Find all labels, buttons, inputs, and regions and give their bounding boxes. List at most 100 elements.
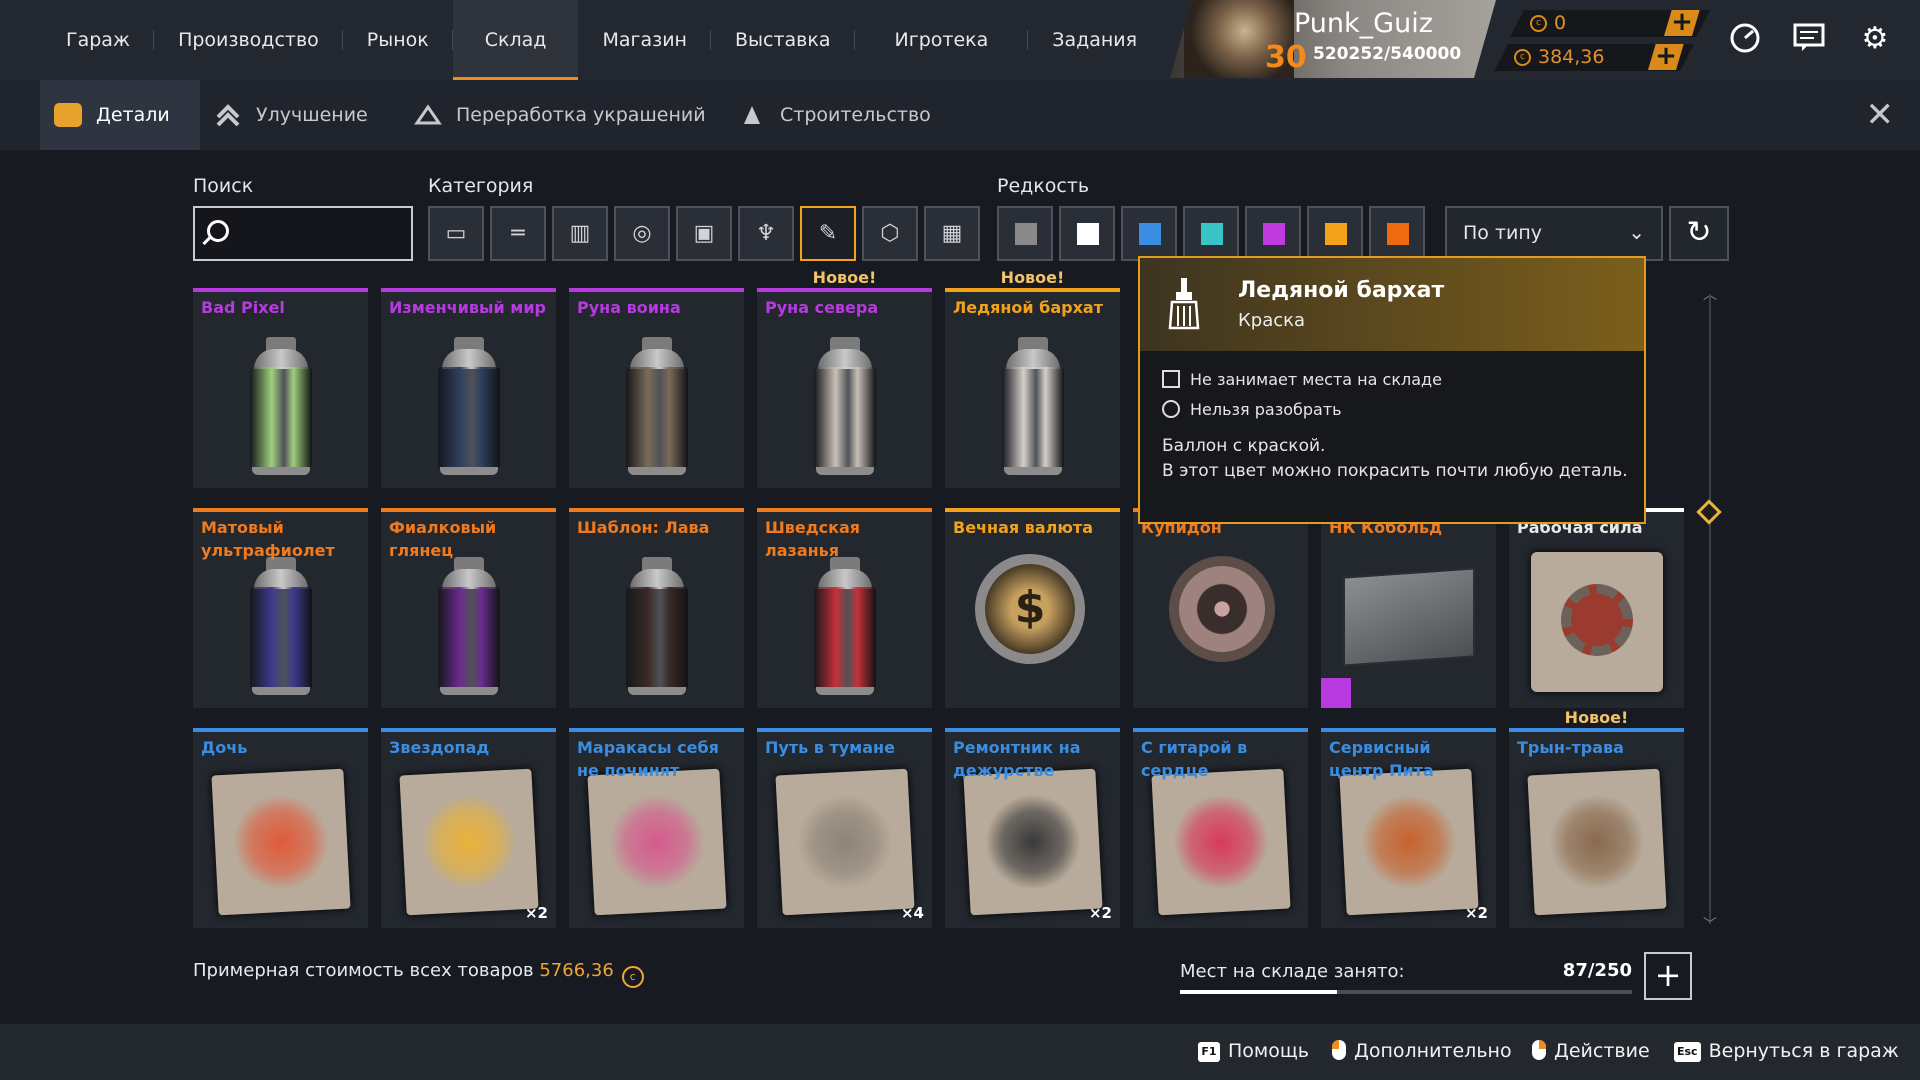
sticker-icon — [1151, 768, 1291, 916]
nav-games[interactable]: Игротека — [855, 0, 1029, 80]
item-card[interactable]: Маракасы себя не починят — [569, 728, 744, 928]
hint-help-label: Помощь — [1228, 1040, 1309, 1062]
hint-more-label: Дополнительно — [1354, 1040, 1512, 1062]
item-card[interactable]: Дочь — [193, 728, 368, 928]
category-filter-paint[interactable]: ✎ — [800, 206, 856, 261]
refresh-button[interactable]: ↻ — [1669, 206, 1729, 261]
category-filter-decor[interactable]: ♆ — [738, 206, 794, 261]
nav-garage[interactable]: Гараж — [42, 0, 155, 80]
rarity-filter-7[interactable] — [1369, 206, 1425, 261]
hint-help[interactable]: F1 Помощь — [1198, 1040, 1309, 1062]
capacity-value: 87/250 — [1562, 960, 1632, 981]
hint-more[interactable]: Дополнительно — [1332, 1040, 1512, 1062]
category-label: Категория — [428, 175, 534, 197]
rarity-filter-6[interactable] — [1307, 206, 1363, 261]
upgrade-icon — [214, 103, 242, 127]
category-filter-weapon[interactable]: ═ — [490, 206, 546, 261]
nav-production[interactable]: Производство — [154, 0, 343, 80]
category-filter-hardware[interactable]: ⬡ — [862, 206, 918, 261]
rarity-filter-4[interactable] — [1183, 206, 1239, 261]
item-card[interactable]: Руна севера Новое! — [757, 268, 932, 488]
tab-construction[interactable]: Строительство — [724, 80, 945, 150]
category-filter-module[interactable]: ▥ — [552, 206, 608, 261]
item-card[interactable]: Фиалковый глянец — [381, 508, 556, 708]
item-card[interactable]: Купидон — [1133, 508, 1308, 708]
item-card[interactable]: Ледяной бархат Новое! — [945, 268, 1120, 488]
nav-shop[interactable]: Магазин — [578, 0, 711, 80]
item-card[interactable]: Руна воина — [569, 288, 744, 488]
top-bar: Гараж Производство Рынок Склад Магазин В… — [0, 0, 1920, 80]
item-card[interactable]: С гитарой в сердце — [1133, 728, 1308, 928]
rarity-label: Редкость — [997, 175, 1090, 197]
item-card[interactable]: Путь в тумане ×4 — [757, 728, 932, 928]
coin-icon: $ — [975, 554, 1085, 664]
spray-can-icon — [250, 337, 312, 477]
tab-recycle[interactable]: Переработка украшений — [400, 80, 720, 150]
gear-icon[interactable]: ⚙ — [1856, 20, 1894, 58]
scroll-down-icon[interactable]: ﹀ — [1700, 914, 1720, 934]
search-input[interactable] — [193, 206, 413, 261]
item-name: Трын-трава — [1517, 738, 1624, 757]
item-card[interactable]: Рабочая сила — [1509, 508, 1684, 708]
sort-value: По типу — [1463, 222, 1543, 244]
scrollbar[interactable] — [1709, 294, 1711, 924]
item-card[interactable]: Изменчивый мир — [381, 288, 556, 488]
search-icon — [207, 220, 229, 242]
crowns-value: 384,36 — [1538, 46, 1605, 68]
category-filter-wheel[interactable]: ◎ — [614, 206, 670, 261]
item-count: ×2 — [524, 904, 548, 922]
item-card[interactable]: Шаблон: Лава — [569, 508, 744, 708]
category-filter-grid[interactable]: ▦ — [924, 206, 980, 261]
item-card[interactable]: Bad Pixel — [193, 288, 368, 488]
item-card[interactable]: Вечная валюта $ — [945, 508, 1120, 708]
item-card[interactable]: Шведская лазанья — [757, 508, 932, 708]
tooltip-subtitle: Краска — [1238, 310, 1306, 331]
gear-sticker-icon — [1531, 552, 1663, 692]
scroll-thumb[interactable] — [1696, 499, 1722, 525]
tab-upgrade[interactable]: Улучшение — [200, 80, 382, 150]
nav-tasks[interactable]: Задания — [1028, 0, 1161, 80]
search-label: Поиск — [193, 175, 254, 197]
tab-parts[interactable]: Детали — [40, 80, 200, 150]
rarity-filter-2[interactable] — [1059, 206, 1115, 261]
item-name: Шаблон: Лава — [577, 518, 710, 537]
spray-can-icon — [626, 557, 688, 697]
item-card[interactable]: Трын-трава Новое! — [1509, 708, 1684, 928]
nav-exhibition[interactable]: Выставка — [711, 0, 855, 80]
total-value: Примерная стоимость всех товаров 5766,36… — [193, 960, 644, 988]
close-icon[interactable]: ✕ — [1866, 98, 1895, 132]
category-filter-frame[interactable]: ▣ — [676, 206, 732, 261]
rarity-swatch — [1325, 223, 1347, 245]
hint-action[interactable]: Действие — [1532, 1040, 1650, 1062]
tooltip-prop2-text: Нельзя разобрать — [1190, 400, 1342, 419]
item-card[interactable]: НК Кобольд — [1321, 508, 1496, 708]
item-name: Руна воина — [577, 298, 681, 317]
item-name: Звездопад — [389, 738, 490, 757]
chat-icon[interactable] — [1790, 20, 1828, 58]
player-profile[interactable]: Punk_Guiz 30 520252/540000 — [1170, 0, 1496, 78]
item-card[interactable]: Матовый ультрафиолет — [193, 508, 368, 708]
speedometer-icon[interactable] — [1726, 20, 1764, 58]
item-card[interactable]: Ремонтник на дежурстве ×2 — [945, 728, 1120, 928]
total-value-amount: 5766,36 — [539, 960, 614, 981]
rarity-filter-3[interactable] — [1121, 206, 1177, 261]
nav-market[interactable]: Рынок — [343, 0, 453, 80]
item-count: ×4 — [900, 904, 924, 922]
nav-storage[interactable]: Склад — [452, 0, 579, 80]
add-coins-button[interactable]: + — [1664, 9, 1700, 36]
rarity-filter-5[interactable] — [1245, 206, 1301, 261]
item-name: Матовый ультрафиолет — [201, 518, 335, 560]
item-count: ×2 — [1464, 904, 1488, 922]
hint-back-label: Вернуться в гараж — [1708, 1040, 1899, 1062]
item-card[interactable]: Сервисный центр Пита ×2 — [1321, 728, 1496, 928]
new-badge: Новое! — [1564, 708, 1629, 727]
frame-icon: ▣ — [693, 221, 715, 246]
hint-back[interactable]: Esc Вернуться в гараж — [1674, 1040, 1899, 1062]
item-card[interactable]: Звездопад ×2 — [381, 728, 556, 928]
rarity-filter-1[interactable] — [997, 206, 1053, 261]
add-crowns-button[interactable]: + — [1648, 43, 1684, 70]
category-filter-cabin[interactable]: ▭ — [428, 206, 484, 261]
sort-dropdown[interactable]: По типу ⌄ — [1445, 206, 1663, 261]
item-name: Маракасы себя не починят — [577, 738, 719, 780]
expand-storage-button[interactable]: + — [1644, 952, 1692, 1000]
